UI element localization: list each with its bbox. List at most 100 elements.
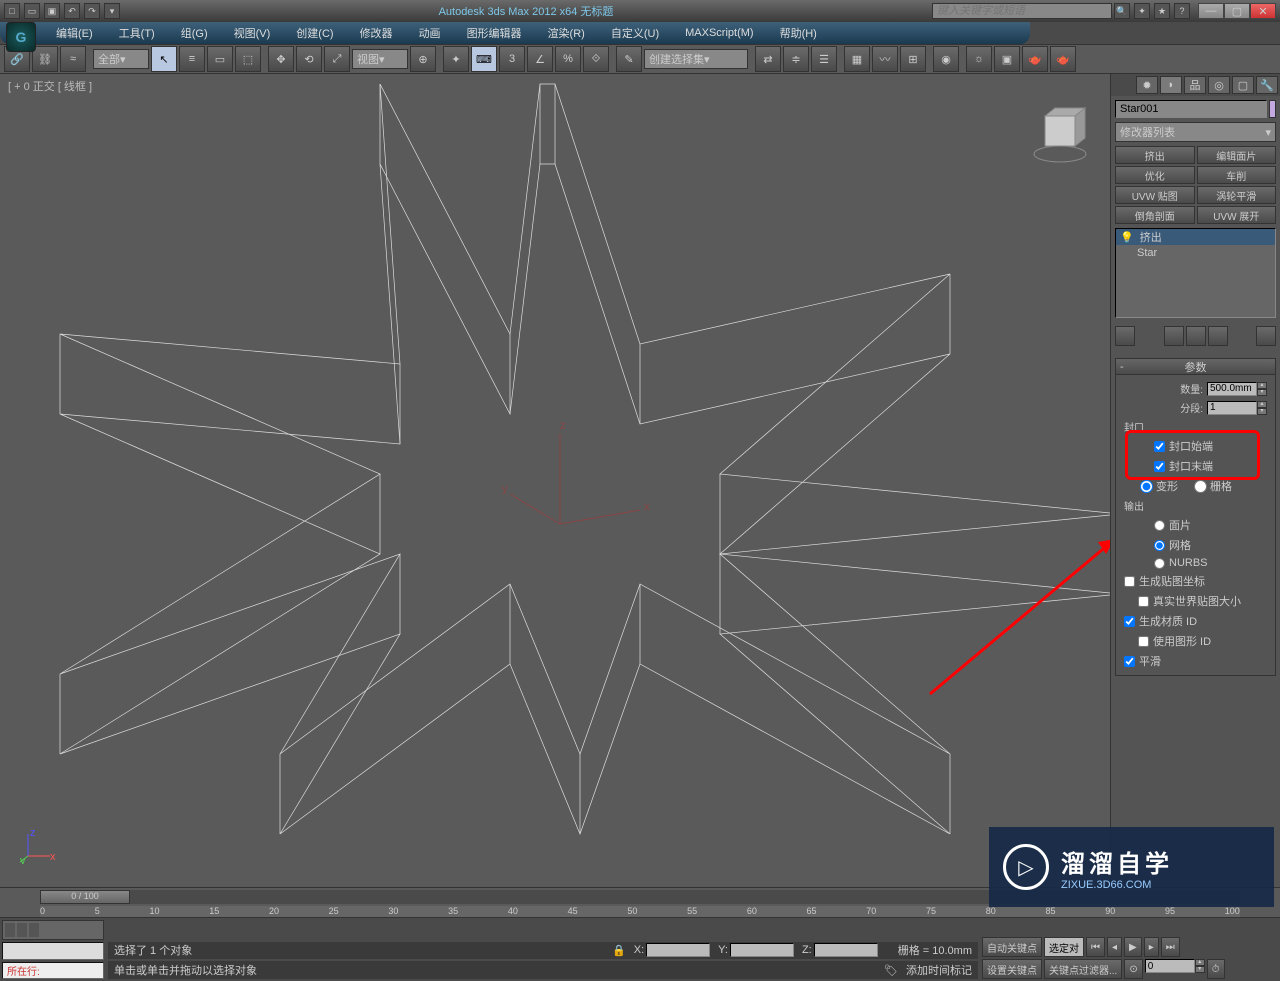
named-selection-combo[interactable]: 创建选择集▾ [644, 49, 748, 69]
mini-track-bar[interactable] [2, 920, 104, 940]
menu-customize[interactable]: 自定义(U) [601, 23, 669, 43]
mesh-radio[interactable] [1154, 540, 1165, 551]
patch-radio[interactable] [1154, 520, 1165, 531]
move-icon[interactable]: ✥ [268, 46, 294, 72]
menu-group[interactable]: 组(G) [171, 23, 218, 43]
nurbs-radio[interactable] [1154, 558, 1165, 569]
menu-modifiers[interactable]: 修改器 [350, 23, 403, 43]
gen-map-check[interactable] [1124, 576, 1135, 587]
mod-btn-turbosmooth[interactable]: 涡轮平滑 [1197, 186, 1277, 204]
application-menu-button[interactable]: G [6, 22, 36, 52]
show-end-result-icon[interactable] [1164, 326, 1184, 346]
favorites-icon[interactable]: ★ [1154, 3, 1170, 19]
time-slider-handle[interactable]: 0 / 100 [40, 890, 130, 904]
menu-tools[interactable]: 工具(T) [109, 23, 165, 43]
segs-spin-up[interactable]: ▴ [1257, 401, 1267, 408]
bind-space-warp-icon[interactable]: ≈ [60, 46, 86, 72]
real-world-check[interactable] [1138, 596, 1149, 607]
x-field[interactable] [646, 943, 710, 957]
graphite-ribbon-icon[interactable]: ▦ [844, 46, 870, 72]
remove-modifier-icon[interactable] [1208, 326, 1228, 346]
menu-graph-editors[interactable]: 图形编辑器 [457, 23, 532, 43]
mod-btn-lathe[interactable]: 车削 [1197, 166, 1277, 184]
amount-spin-up[interactable]: ▴ [1257, 382, 1267, 389]
stack-item-extrude[interactable]: 💡挤出 [1116, 229, 1275, 245]
lock-icon[interactable]: 🔒 [612, 944, 626, 957]
menu-rendering[interactable]: 渲染(R) [538, 23, 595, 43]
layer-manager-icon[interactable]: ☰ [811, 46, 837, 72]
selection-filter-combo[interactable]: 全部▾ [93, 49, 149, 69]
menu-animation[interactable]: 动画 [409, 23, 451, 43]
lightbulb-icon[interactable]: 💡 [1120, 231, 1134, 244]
spinner-snap-icon[interactable]: ⟐ [583, 46, 609, 72]
menu-view[interactable]: 视图(V) [224, 23, 281, 43]
utilities-tab-icon[interactable]: 🔧 [1256, 76, 1278, 94]
modifier-list-combo[interactable]: 修改器列表▾ [1115, 122, 1276, 142]
cap-end-check[interactable] [1154, 461, 1165, 472]
render-setup-icon[interactable]: ☼ [966, 46, 992, 72]
unlink-icon[interactable]: ⛓ [32, 46, 58, 72]
cap-start-check[interactable] [1154, 441, 1165, 452]
modifier-stack[interactable]: 💡挤出 Star [1115, 228, 1276, 318]
schematic-view-icon[interactable]: ⊞ [900, 46, 926, 72]
y-field[interactable] [730, 943, 794, 957]
select-object-icon[interactable]: ↖ [151, 46, 177, 72]
rendered-frame-icon[interactable]: ▣ [994, 46, 1020, 72]
keyboard-shortcut-icon[interactable]: ⌨ [471, 46, 497, 72]
open-icon[interactable]: ▭ [24, 3, 40, 19]
next-frame-icon[interactable]: ▸ [1144, 937, 1159, 957]
menu-create[interactable]: 创建(C) [286, 23, 343, 43]
help-icon[interactable]: ? [1174, 3, 1190, 19]
z-field[interactable] [814, 943, 878, 957]
mod-btn-extrude[interactable]: 挤出 [1115, 146, 1195, 164]
auto-key-button[interactable]: 自动关键点 [982, 937, 1042, 957]
mod-btn-uvwunwrap[interactable]: UVW 展开 [1197, 206, 1277, 224]
percent-snap-icon[interactable]: % [555, 46, 581, 72]
set-key-button[interactable]: 设置关键点 [982, 959, 1042, 979]
make-unique-icon[interactable] [1186, 326, 1206, 346]
goto-end-icon[interactable]: ⏭ [1161, 937, 1180, 957]
smooth-check[interactable] [1124, 656, 1135, 667]
menu-maxscript[interactable]: MAXScript(M) [675, 25, 763, 41]
pivot-center-icon[interactable]: ⊕ [410, 46, 436, 72]
mod-btn-editpatch[interactable]: 编辑面片 [1197, 146, 1277, 164]
new-icon[interactable]: □ [4, 3, 20, 19]
viewport[interactable]: [ + 0 正交 [ 线框 ] z x y [0, 74, 1110, 887]
qat-dropdown-icon[interactable]: ▾ [104, 3, 120, 19]
key-filters-button[interactable]: 关键点过滤器... [1044, 959, 1122, 979]
material-editor-icon[interactable]: ◉ [933, 46, 959, 72]
play-icon[interactable]: ▶ [1124, 937, 1142, 957]
morph-radio[interactable] [1140, 480, 1153, 493]
scale-icon[interactable]: ⤢ [324, 46, 350, 72]
prev-frame-icon[interactable]: ◂ [1107, 937, 1122, 957]
ref-coord-combo[interactable]: 视图▾ [352, 49, 408, 69]
render-icon[interactable]: 🫖 [1022, 46, 1048, 72]
undo-icon[interactable]: ↶ [64, 3, 80, 19]
search-input[interactable] [932, 3, 1112, 19]
display-tab-icon[interactable]: ▢ [1232, 76, 1254, 94]
angle-snap-icon[interactable]: ∠ [527, 46, 553, 72]
segs-spin-down[interactable]: ▾ [1257, 408, 1267, 415]
current-frame-field[interactable] [1145, 959, 1195, 973]
object-name-field[interactable] [1115, 100, 1267, 118]
binoculars-icon[interactable]: 🔍 [1114, 3, 1130, 19]
script-listener-output[interactable] [2, 942, 104, 960]
gen-mat-check[interactable] [1124, 616, 1135, 627]
script-listener-input[interactable]: 所在行: [2, 962, 104, 980]
render-prod-icon[interactable]: 🫖 [1050, 46, 1076, 72]
minimize-button[interactable]: — [1198, 3, 1224, 19]
time-config-icon[interactable]: ⏱ [1207, 959, 1225, 979]
curve-editor-icon[interactable]: 〰 [872, 46, 898, 72]
grid-radio[interactable] [1194, 480, 1207, 493]
manipulate-icon[interactable]: ✦ [443, 46, 469, 72]
close-button[interactable]: ✕ [1250, 3, 1276, 19]
rotate-icon[interactable]: ⟲ [296, 46, 322, 72]
hierarchy-tab-icon[interactable]: 品 [1184, 76, 1206, 94]
edit-named-sel-icon[interactable]: ✎ [616, 46, 642, 72]
mirror-icon[interactable]: ⇄ [755, 46, 781, 72]
mod-btn-uvwmap[interactable]: UVW 贴图 [1115, 186, 1195, 204]
mod-btn-bevelprofile[interactable]: 倒角剖面 [1115, 206, 1195, 224]
create-tab-icon[interactable]: ✹ [1136, 76, 1158, 94]
time-tag-icon[interactable]: 🏷 [884, 964, 898, 977]
comm-center-icon[interactable]: ✦ [1134, 3, 1150, 19]
